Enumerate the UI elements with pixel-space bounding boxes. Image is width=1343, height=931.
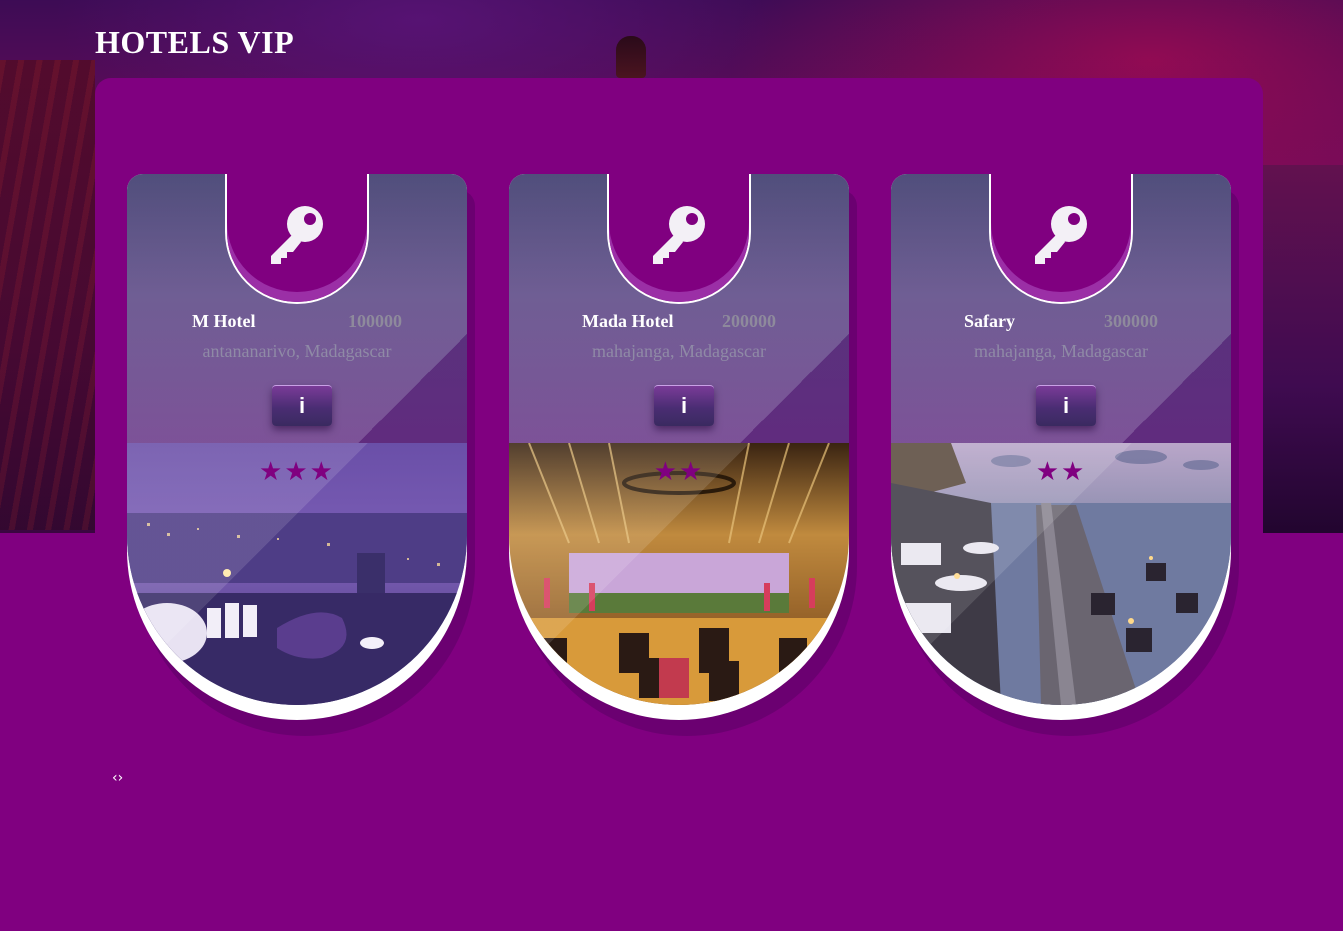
hotel-name: Safary xyxy=(964,311,1015,331)
hotel-photo: ★★ xyxy=(891,443,1231,705)
person-silhouette xyxy=(616,36,646,78)
rail-scenery xyxy=(1263,165,1343,533)
star-rating: ★★ xyxy=(653,457,705,487)
hotel-location: mahajanga, Madagascar xyxy=(974,341,1148,361)
pager-arrows[interactable]: ‹› xyxy=(112,770,123,786)
hotel-price: 300000 xyxy=(1104,311,1158,331)
hotel-card: Safary 300000 mahajanga, Madagascar i ★★ xyxy=(891,174,1231,720)
star-rating: ★★★ xyxy=(259,457,335,487)
star-rating: ★★ xyxy=(1035,457,1087,487)
hotel-location: mahajanga, Madagascar xyxy=(592,341,766,361)
key-icon xyxy=(1035,206,1087,264)
hotel-name: Mada Hotel xyxy=(582,311,674,331)
info-button[interactable]: i xyxy=(654,385,714,426)
info-button[interactable]: i xyxy=(1036,385,1096,426)
hotel-price: 100000 xyxy=(348,311,402,331)
hotel-photo: ★★ xyxy=(509,443,849,705)
key-icon xyxy=(653,206,705,264)
hotel-price: 200000 xyxy=(722,311,776,331)
hotel-card: M Hotel 100000 antananarivo, Madagascar … xyxy=(127,174,467,720)
info-button[interactable]: i xyxy=(272,385,332,426)
deck-scenery xyxy=(0,60,95,530)
hotel-name: M Hotel xyxy=(192,311,256,331)
hotel-photo: ★★★ xyxy=(127,443,467,705)
hotel-card: Mada Hotel 200000 mahajanga, Madagascar … xyxy=(509,174,849,720)
site-title: HOTELS VIP xyxy=(95,24,295,60)
key-icon xyxy=(271,206,323,264)
hotel-location: antananarivo, Madagascar xyxy=(202,341,392,361)
